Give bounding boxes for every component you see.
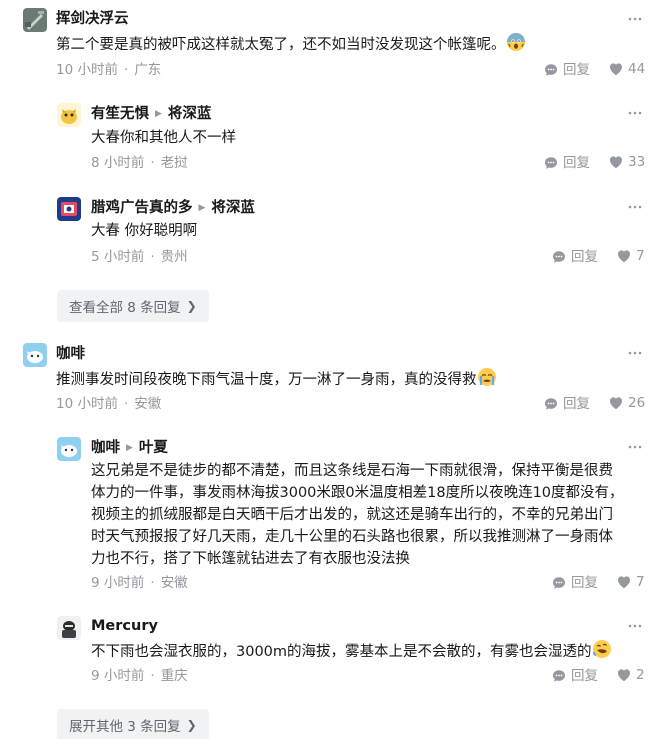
reply-meta: 8 小时前 · 老挝 (91, 155, 188, 171)
reply-text: 这兄弟是不是徒步的都不清楚，而且这条线是石海一下雨就很滑，保持平衡是很费 体力的… (91, 460, 651, 570)
reply-location: 重庆 (160, 668, 188, 684)
like-count: 44 (628, 61, 646, 77)
comment-time: 10 小时前 (56, 62, 118, 78)
reply-location: 贵州 (160, 249, 188, 265)
reply-button[interactable]: 回复 (551, 248, 598, 266)
like-icon (616, 574, 632, 590)
reply-time: 8 小时前 (91, 155, 145, 171)
more-icon[interactable] (628, 619, 642, 633)
comment-time: 10 小时前 (56, 396, 118, 412)
reply-text-line: 时天气预报报了好几天雨，走几十公里的石头路也很累，所以我推测淋了一身雨体 (91, 529, 613, 545)
avatar[interactable] (57, 197, 81, 221)
comment-location: 安徽 (134, 396, 162, 412)
reply-icon (551, 249, 567, 265)
reply-text-line: 体力的一件事，事发雨林海拔3000米跟0米温度相差18度所以夜晚连10度都没有， (91, 485, 624, 501)
reply-meta: 9 小时前 · 重庆 (91, 668, 188, 684)
reply-author[interactable]: 有笙无惧 ▶ 将深蓝 (91, 104, 211, 124)
like-icon (608, 395, 624, 411)
comment-text: 推测事发时间段夜晚下雨气温十度，万一淋了一身雨，真的没得救 (56, 367, 646, 394)
like-count: 33 (628, 154, 646, 170)
like-count: 7 (636, 574, 645, 590)
expand-replies-button[interactable]: 展开其他 3 条回复 ❯ (57, 709, 209, 739)
like-icon (608, 61, 624, 77)
reply-text-line: 力也不行，搭了下帐篷就钻进去了有衣服也没法换 (91, 551, 410, 567)
like-button[interactable]: 33 (608, 153, 645, 171)
comment-text: 第二个要是真的被吓成这样就太冤了，还不如当时没发现这个帐篷呢。 (56, 32, 646, 59)
reply-button[interactable]: 回复 (543, 154, 590, 172)
reply-button[interactable]: 回复 (543, 61, 590, 79)
comment-location: 广东 (134, 62, 162, 78)
like-button[interactable]: 7 (616, 247, 645, 265)
reply-arrow-icon: ▶ (126, 443, 133, 453)
reply-arrow-icon: ▶ (198, 203, 206, 213)
reply-time: 9 小时前 (91, 668, 145, 684)
reply-button[interactable]: 回复 (543, 395, 590, 413)
reply-to-user[interactable]: 将深蓝 (211, 200, 255, 216)
more-icon[interactable] (628, 106, 642, 120)
more-icon[interactable] (628, 440, 642, 454)
chevron-right-icon: ❯ (186, 718, 197, 732)
like-button[interactable]: 44 (608, 60, 645, 78)
more-icon[interactable] (628, 200, 642, 214)
comment-author[interactable]: 挥剑决浮云 (56, 9, 129, 29)
like-button[interactable]: 26 (608, 394, 645, 412)
comment-meta: 10 小时前 · 广东 (56, 62, 162, 78)
reply-text-line: 这兄弟是不是徒步的都不清楚，而且这条线是石海一下雨就很滑，保持平衡是很费 (91, 463, 613, 479)
reply-meta: 9 小时前 · 安徽 (91, 575, 188, 591)
like-icon (616, 248, 632, 264)
reply-to-user[interactable]: 叶夏 (139, 440, 168, 456)
reply-location: 安徽 (160, 575, 188, 591)
reply-icon (551, 668, 567, 684)
comment-meta: 10 小时前 · 安徽 (56, 396, 162, 412)
reply-button[interactable]: 回复 (551, 574, 598, 592)
like-count: 26 (628, 395, 646, 411)
crying-emoji (477, 367, 497, 394)
reply-icon (543, 396, 559, 412)
chevron-right-icon: ❯ (186, 299, 197, 313)
reply-icon (543, 155, 559, 171)
like-count: 2 (636, 667, 645, 683)
avatar[interactable] (23, 343, 47, 367)
reply-arrow-icon: ▶ (155, 109, 162, 119)
reply-meta: 5 小时前 · 贵州 (91, 249, 188, 265)
reply-button[interactable]: 回复 (551, 667, 598, 685)
like-icon (616, 667, 632, 683)
reply-author[interactable]: 咖啡 ▶ 叶夏 (91, 438, 168, 458)
avatar[interactable] (57, 437, 81, 461)
reply-time: 9 小时前 (91, 575, 145, 591)
like-button[interactable]: 7 (616, 573, 645, 591)
reply-author[interactable]: Mercury (91, 616, 158, 636)
reply-location: 老挝 (160, 155, 188, 171)
reply-text-line: 视频主的抓绒服都是白天晒干后才出发的，就这还是骑车出行的，不幸的兄弟出门 (91, 507, 613, 523)
avatar[interactable] (57, 616, 81, 640)
reply-author[interactable]: 腊鸡广告真的多 ▶ 将深蓝 (91, 198, 255, 218)
like-icon (608, 154, 624, 170)
avatar[interactable] (57, 103, 81, 127)
more-icon[interactable] (628, 12, 642, 26)
avatar[interactable] (23, 8, 47, 32)
reply-text: 大春你和其他人不一样 (91, 130, 236, 146)
reply-text: 大春 你好聪明啊 (91, 223, 198, 239)
reply-to-user[interactable]: 将深蓝 (168, 106, 212, 122)
like-count: 7 (636, 248, 645, 264)
reply-text: 不下雨也会湿衣服的，3000m的海拔，雾基本上是不会散的，有雾也会湿透的 (91, 639, 651, 666)
reply-time: 5 小时前 (91, 249, 145, 265)
reply-icon (543, 62, 559, 78)
scared-emoji (506, 32, 526, 59)
reply-icon (551, 575, 567, 591)
view-all-replies-button[interactable]: 查看全部 8 条回复 ❯ (57, 290, 209, 322)
comment-author[interactable]: 咖啡 (56, 344, 85, 364)
more-icon[interactable] (628, 346, 642, 360)
like-button[interactable]: 2 (616, 666, 645, 684)
laughing-emoji (592, 639, 612, 666)
